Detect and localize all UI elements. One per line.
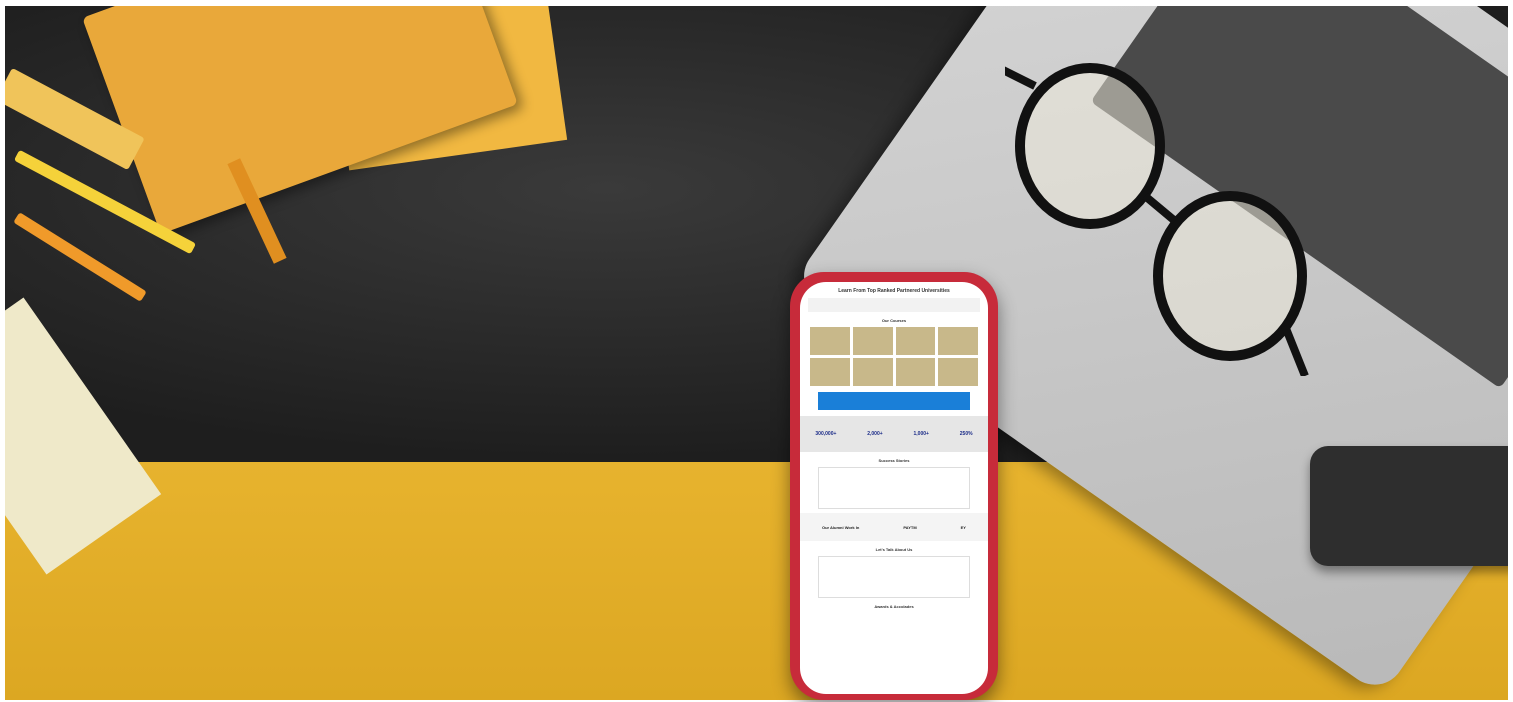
stat-value: 300,000+ [815, 431, 837, 437]
program-card [852, 327, 893, 355]
program-card [895, 327, 936, 355]
media-cards [818, 556, 970, 598]
cta-banner [818, 392, 970, 410]
stapler [1310, 446, 1508, 566]
desk-photo [5, 6, 1508, 700]
phone-screen: Learn From Top Ranked Partnered Universi… [800, 282, 988, 694]
smartphone: Learn From Top Ranked Partnered Universi… [790, 272, 998, 700]
media-heading: Let's Talk About Us [875, 547, 913, 552]
stats-strip: 300,000+ 2,000+ 1,000+ 250% [800, 416, 988, 452]
employers-strip: Our Alumni Work In PAYTM EY [800, 513, 988, 541]
screen-heading: Learn From Top Ranked Partnered Universi… [838, 288, 950, 294]
program-card [852, 358, 893, 386]
eyeglasses [1005, 63, 1309, 376]
program-card [810, 358, 850, 386]
stat-value: 1,000+ [913, 431, 929, 437]
employer-logo: PAYTM [903, 524, 917, 530]
program-card [938, 327, 978, 355]
program-card [938, 358, 978, 386]
program-card [895, 358, 936, 386]
employers-heading: Our Alumni Work In [821, 524, 860, 530]
programs-heading: Our Courses [881, 318, 907, 323]
university-logos [808, 298, 980, 312]
program-grid [810, 327, 978, 386]
stat-value: 2,000+ [867, 431, 883, 437]
stat-value: 250% [959, 431, 973, 437]
review-cards [818, 467, 970, 509]
awards-heading: Awards & Accolades [874, 604, 914, 609]
employer-logo: EY [960, 524, 966, 530]
program-card [810, 327, 850, 355]
reviews-heading: Success Stories [878, 458, 910, 463]
